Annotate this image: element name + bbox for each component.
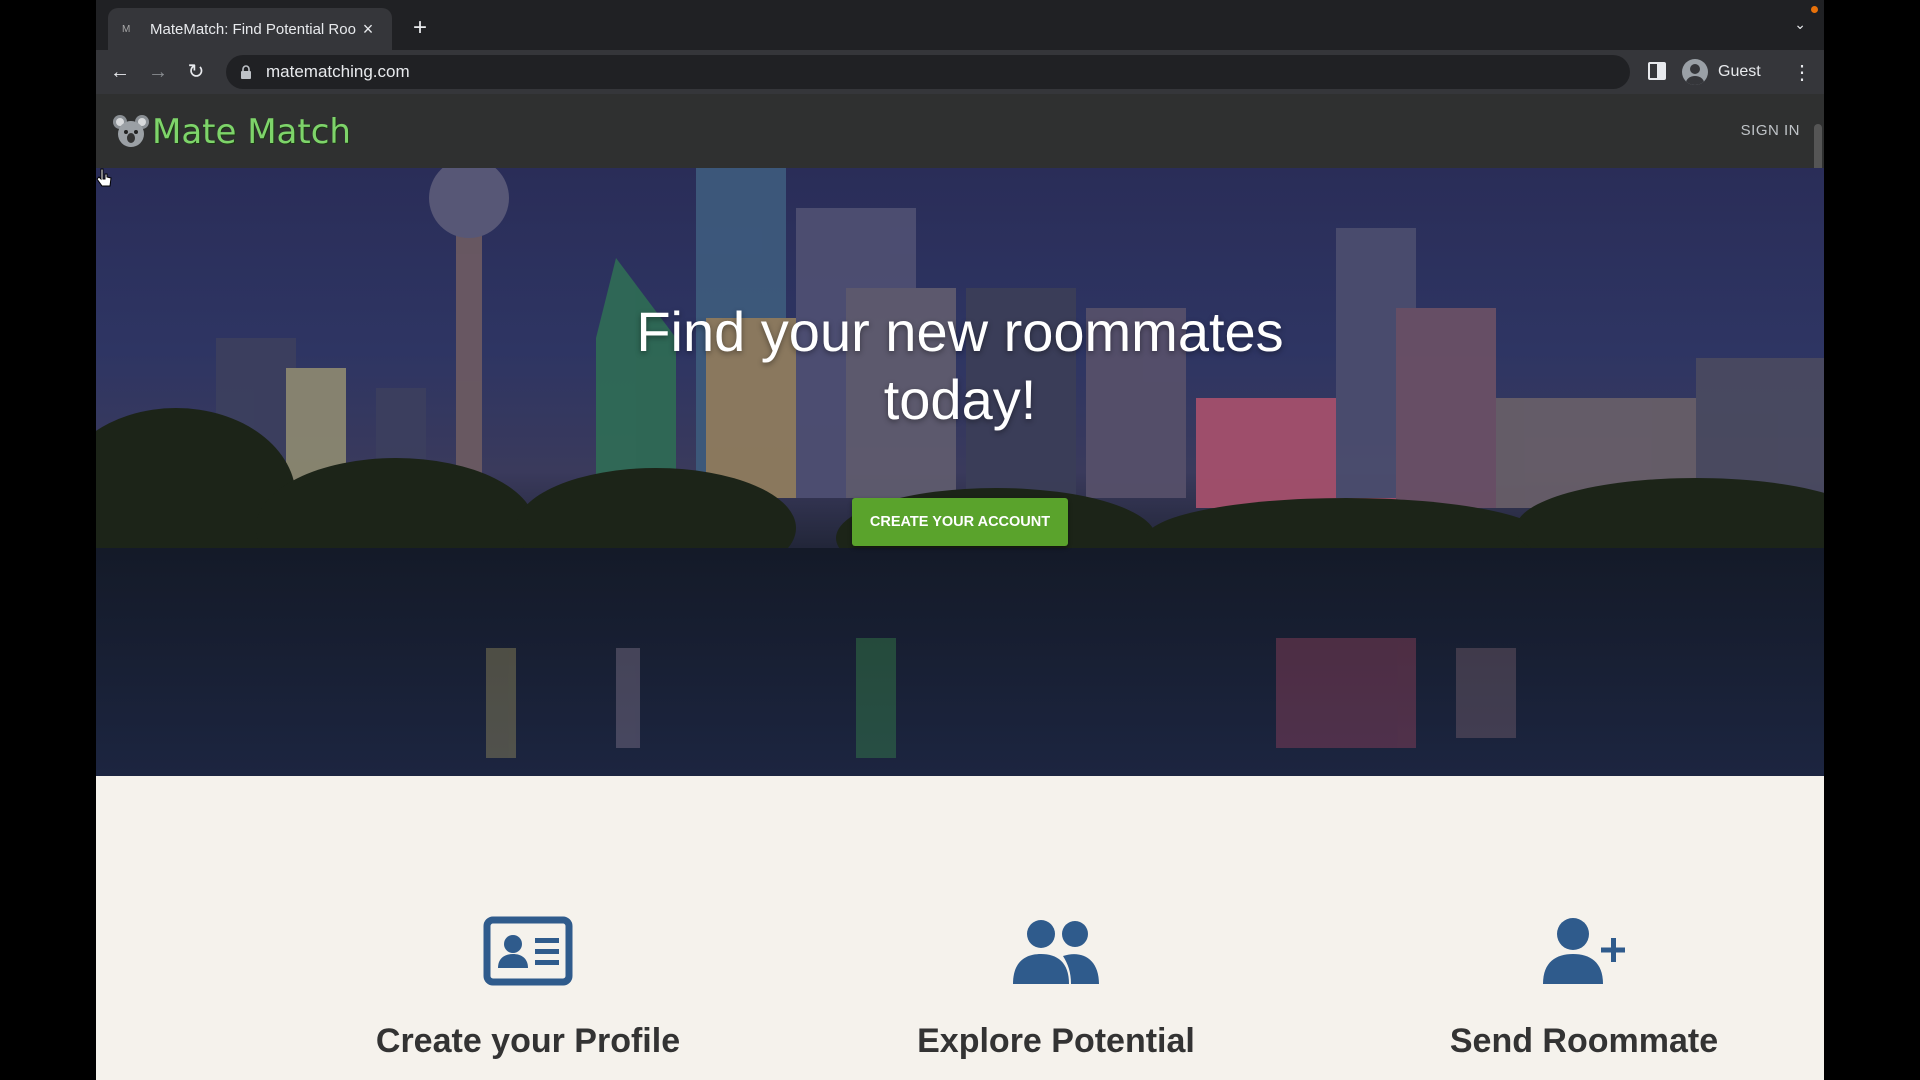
hero-title: Find your new roommates today! [636,300,1284,431]
feature-title: Send Roommate [1449,1022,1719,1060]
tab-strip: M MateMatch: Find Potential Roo × + ⌄ [96,0,1824,50]
profile-card-icon [483,916,573,986]
feature-send: Send Roommate [1334,916,1824,1061]
browser-window: M MateMatch: Find Potential Roo × + ⌄ ← … [96,0,1824,1080]
tab-favicon-icon: M [122,23,131,35]
avatar-icon [1682,59,1708,85]
web-page: Mate Match SIGN IN Find your new roommat… [96,94,1824,1080]
feature-title: Explore Potential [917,1022,1195,1060]
hero-banner: Find your new roommates today! CREATE YO… [96,168,1824,776]
profile-button[interactable]: Guest [1682,56,1761,88]
site-navbar: Mate Match SIGN IN [96,94,1824,424]
logo-text: Mate Match [152,112,351,152]
address-bar[interactable] [226,55,1630,89]
side-panel-icon[interactable] [1646,60,1668,82]
koala-logo-icon [112,113,150,151]
feature-title: Create your Profile [375,1022,681,1060]
feature-explore: Explore Potential [806,916,1306,1061]
kebab-menu-icon[interactable]: ⋮ [1792,60,1812,84]
users-icon [1011,916,1101,986]
notification-dot-icon [1811,6,1818,13]
url-input[interactable] [266,62,866,82]
sign-in-link[interactable]: SIGN IN [1741,122,1800,139]
tab-close-icon[interactable]: × [358,19,378,40]
new-tab-button[interactable]: + [406,14,434,42]
profile-label: Guest [1718,63,1761,80]
features-section: Create your Profile Explore Potential Se… [96,776,1824,1080]
lock-icon [240,65,254,79]
user-plus-icon [1539,916,1629,986]
tab-search-chevron-icon[interactable]: ⌄ [1794,16,1806,33]
create-account-button[interactable]: CREATE YOUR ACCOUNT [852,498,1068,546]
browser-toolbar: ← → ↻ Guest ⋮ [96,50,1824,94]
city-skyline-image [96,168,1824,776]
browser-tab[interactable]: M MateMatch: Find Potential Roo × [108,8,392,50]
forward-button[interactable]: → [144,58,172,86]
site-logo[interactable]: Mate Match [112,112,351,152]
reload-button[interactable]: ↻ [182,58,210,86]
feature-create-profile: Create your Profile [278,916,778,1061]
tab-title: MateMatch: Find Potential Roo [150,20,356,38]
hand-cursor-icon [96,168,112,187]
back-button[interactable]: ← [106,58,134,86]
